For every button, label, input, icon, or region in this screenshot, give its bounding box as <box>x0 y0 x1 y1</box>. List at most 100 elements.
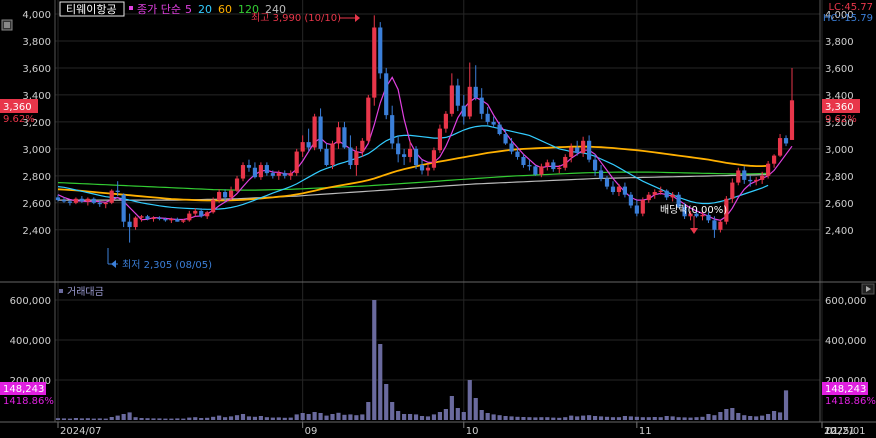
candle-body <box>670 194 675 198</box>
lc-label: LC:45.77 <box>828 2 873 13</box>
volume-bar <box>324 415 329 420</box>
candle-body <box>407 148 413 157</box>
candle-body <box>282 173 287 176</box>
volume-legend-marker <box>59 289 63 293</box>
volume-bar <box>497 415 502 420</box>
last-volume-right: 148,243 <box>825 384 866 395</box>
volume-bar <box>581 415 586 420</box>
volume-bar <box>294 414 299 420</box>
y-tick-label: 3,000 <box>22 145 51 156</box>
volume-bar <box>330 414 335 420</box>
volume-bar <box>228 416 234 420</box>
volume-bar <box>694 417 699 420</box>
candle-body <box>181 220 186 222</box>
volume-bar <box>139 418 144 420</box>
volume-bar <box>288 417 293 420</box>
volume-bar <box>306 414 311 420</box>
volume-bar <box>652 417 657 420</box>
volume-bar <box>563 417 568 420</box>
candle-body <box>145 216 150 219</box>
candle-body <box>258 165 263 178</box>
volume-bar <box>515 416 520 420</box>
candle-body <box>730 182 735 199</box>
candle-body <box>139 216 144 218</box>
candle-body <box>97 202 102 205</box>
candle-body <box>67 201 73 203</box>
candle-body <box>390 115 395 144</box>
volume-label: 거래대금 <box>67 286 104 298</box>
volume-bar <box>342 414 347 420</box>
candle-body <box>485 113 490 122</box>
volume-bar <box>258 416 263 420</box>
volume-bar <box>676 417 681 420</box>
candle-body <box>455 85 460 106</box>
candle-body <box>413 148 419 166</box>
volume-bar <box>592 416 598 420</box>
candle-body <box>509 143 514 152</box>
volume-bar <box>670 416 675 420</box>
candle-body <box>419 165 425 171</box>
volume-bar <box>354 415 359 420</box>
volume-bar <box>121 414 126 420</box>
volume-bar <box>211 416 216 420</box>
settings-icon[interactable] <box>1 19 13 31</box>
volume-bar <box>700 416 705 420</box>
volume-bar <box>437 412 443 420</box>
candle-body <box>515 151 520 157</box>
volume-bar <box>193 417 198 420</box>
candle-body <box>527 165 532 167</box>
volume-bar <box>419 416 425 420</box>
candle-body <box>772 155 777 164</box>
volume-bar <box>223 417 228 420</box>
candle-body <box>342 127 347 148</box>
candle-body <box>366 97 371 141</box>
volume-bar <box>598 416 604 420</box>
last-price-tag-left: 3,360 9.62% <box>0 99 38 125</box>
stock-chart: 4,000 4,0003,800 3,8003,600 3,6003,400 3,400… <box>0 0 876 438</box>
last-volume-tag-left: 148,243 1418.86% <box>0 382 54 407</box>
dividend-label: 배당락(0.00%) <box>660 204 727 216</box>
volume-bar <box>390 402 395 420</box>
candle-body <box>497 124 502 135</box>
y-tick-label: 2,800 <box>22 172 51 183</box>
x-tick-label: 01/21 <box>826 426 855 437</box>
volume-bar <box>772 411 777 420</box>
stock-name: 티웨이항공 <box>66 3 117 16</box>
volume-bar <box>760 415 765 420</box>
candle-body <box>551 162 556 170</box>
candle-body <box>557 167 562 170</box>
volume-bar <box>318 413 323 420</box>
volume-bar <box>646 417 651 420</box>
volume-bar <box>73 418 78 420</box>
y-tick-label: 2,400 <box>825 226 854 237</box>
candle-body <box>736 170 741 183</box>
volume-bar <box>730 408 735 420</box>
candle-body <box>622 186 627 195</box>
candle-body <box>640 200 645 214</box>
candle-body <box>384 73 389 116</box>
candle-body <box>598 170 604 179</box>
volume-bar <box>724 409 729 420</box>
high-label: 최고 3,990 (10/10) <box>251 12 341 24</box>
y-tick-label: 3,800 <box>825 37 854 48</box>
candle-body <box>718 221 723 230</box>
volume-bar <box>575 416 580 420</box>
candle-body <box>664 190 669 198</box>
candle-body <box>646 194 651 201</box>
y-tick-label: 4,000 <box>22 10 51 21</box>
last-change-right: 9.62% <box>825 114 857 125</box>
candle-body <box>306 142 311 148</box>
volume-bar <box>151 418 156 420</box>
candle-body <box>151 217 156 219</box>
volume-bar <box>616 417 622 420</box>
candle-body <box>294 151 299 174</box>
candle-body <box>437 128 443 151</box>
volume-bar <box>473 398 478 420</box>
candle-body <box>604 178 610 187</box>
scroll-right-icon[interactable] <box>861 283 875 295</box>
volume-bar <box>527 417 532 420</box>
candle-body <box>479 97 484 114</box>
y-tick-label: 2,800 <box>825 172 854 183</box>
candle-body <box>652 192 657 195</box>
volume-bar <box>533 417 538 420</box>
